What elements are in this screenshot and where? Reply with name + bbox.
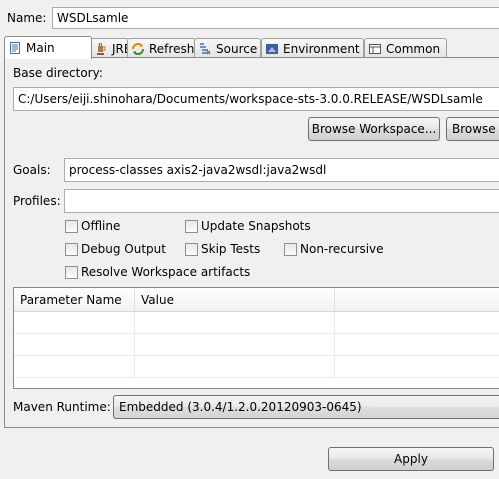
jre-icon [94, 42, 108, 56]
debug-output-label: Debug Output [81, 242, 166, 256]
tab-source[interactable]: Source [194, 38, 261, 58]
main-tab-icon [8, 41, 22, 55]
goals-input[interactable]: process-classes axis2-java2wsdl:java2wsd… [64, 158, 499, 182]
apply-button[interactable]: Apply [328, 447, 494, 471]
table-row[interactable] [14, 312, 499, 334]
browse-button[interactable]: Browse [446, 117, 499, 141]
tab-label: Common [386, 41, 441, 56]
resolve-workspace-checkbox[interactable] [65, 266, 78, 279]
refresh-icon [131, 42, 145, 56]
maven-runtime-select[interactable]: Embedded (3.0.4/1.2.0.20120903-0645) [113, 395, 499, 419]
maven-runtime-label: Maven Runtime: [13, 400, 111, 414]
profiles-input[interactable] [64, 189, 499, 213]
table-row[interactable] [14, 334, 499, 356]
table-row[interactable] [14, 356, 499, 378]
tab-label: Main [26, 41, 55, 55]
source-icon [198, 42, 212, 56]
non-recursive-checkbox[interactable] [284, 243, 297, 256]
tab-jre[interactable]: JRE [90, 38, 131, 58]
browse-workspace-button[interactable]: Browse Workspace... [308, 117, 440, 141]
environment-icon [265, 42, 279, 56]
non-recursive-label: Non-recursive [300, 242, 384, 256]
tab-label: Source [216, 41, 258, 56]
update-snapshots-checkbox[interactable] [185, 220, 198, 233]
tab-label: Environment [283, 41, 360, 56]
update-snapshots-label: Update Snapshots [201, 219, 311, 233]
offline-checkbox[interactable] [65, 220, 78, 233]
tab-label: Refresh [149, 41, 195, 56]
base-directory-label: Base directory: [13, 66, 103, 80]
common-icon [368, 42, 382, 56]
tab-common[interactable]: Common [364, 38, 447, 58]
tab-refresh[interactable]: Refresh [127, 38, 196, 58]
column-header-parameter-name[interactable]: Parameter Name [14, 288, 135, 312]
column-header-value[interactable]: Value [135, 288, 335, 312]
tab-bar: JRE Refresh Source Environment Common Ma… [4, 36, 499, 59]
debug-output-checkbox[interactable] [65, 243, 78, 256]
offline-label: Offline [81, 219, 121, 233]
base-directory-input[interactable]: C:/Users/eiji.shinohara/Documents/worksp… [13, 87, 499, 111]
table-header: Parameter Name Value [14, 288, 499, 312]
skip-tests-label: Skip Tests [201, 242, 261, 256]
tab-environment[interactable]: Environment [261, 38, 364, 58]
skip-tests-checkbox[interactable] [185, 243, 198, 256]
name-label: Name: [7, 11, 47, 25]
resolve-workspace-label: Resolve Workspace artifacts [81, 265, 251, 279]
profiles-label: Profiles: [13, 194, 61, 208]
tab-main[interactable]: Main [4, 36, 92, 59]
name-input[interactable]: WSDLsamle [52, 7, 499, 29]
parameters-table[interactable]: Parameter Name Value [13, 287, 499, 389]
goals-label: Goals: [13, 163, 51, 177]
